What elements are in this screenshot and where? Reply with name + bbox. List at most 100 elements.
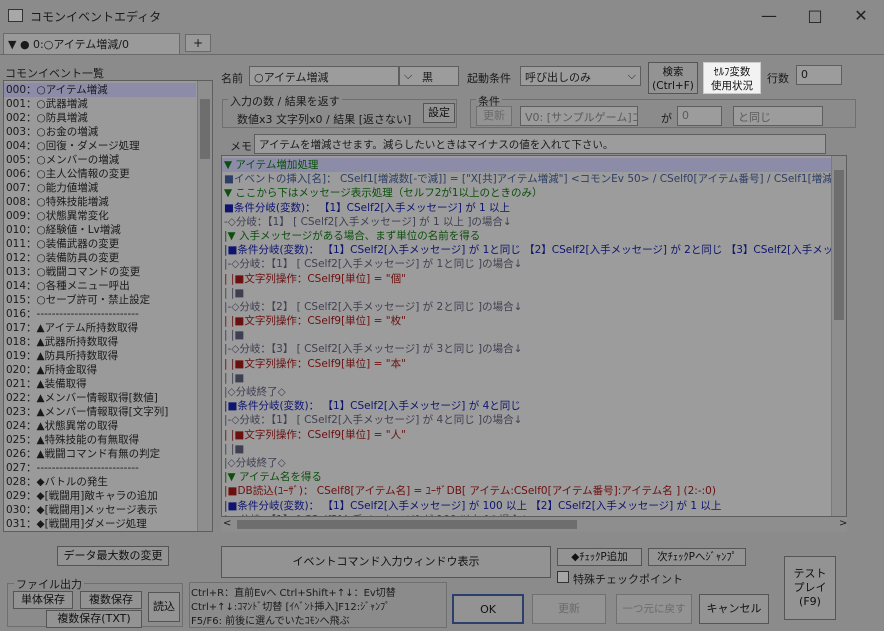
test-play-button[interactable]: テスト プレイ (F9) — [784, 556, 836, 620]
condition-number-input[interactable]: 0 — [677, 106, 722, 126]
list-scroll-thumb[interactable] — [200, 99, 210, 159]
list-item[interactable]: 014：○各種メニュー呼出 — [4, 279, 196, 293]
list-item[interactable]: 006：○主人公情報の変更 — [4, 167, 196, 181]
command-line[interactable]: |■条件分岐(変数)： 【1】CSelf2[入手メッセージ] が 1と同じ 【2… — [222, 243, 832, 257]
cancel-button[interactable]: キャンセル — [699, 594, 769, 624]
undo-button[interactable]: 一つ元に戻す — [616, 594, 692, 624]
close-button[interactable]: ✕ — [838, 0, 884, 30]
color-select[interactable]: ⌵ 黒 — [399, 66, 459, 86]
command-line[interactable]: |■条件分岐(変数)： 【1】CSelf2[入手メッセージ] が 100 以上 … — [222, 499, 832, 513]
command-line[interactable]: | |■ — [222, 286, 832, 300]
name-input[interactable]: ○アイテム増減 — [249, 66, 399, 86]
list-item[interactable]: 021：▲装備取得 — [4, 377, 196, 391]
list-item[interactable]: 022：▲メンバー情報取得[数値] — [4, 391, 196, 405]
list-item[interactable]: 013：○戦闘コマンドの変更 — [4, 265, 196, 279]
code-vscroll-thumb[interactable] — [834, 170, 844, 320]
rows-input[interactable]: 0 — [796, 65, 842, 85]
code-vertical-scrollbar[interactable] — [831, 156, 846, 516]
command-line[interactable]: |-◇分岐：【1】 [ CSelf2[入手メッセージ] が 1と同じ ]の場合↓ — [222, 257, 832, 271]
list-item[interactable]: 011：○装備武器の変更 — [4, 237, 196, 251]
next-checkpoint-button[interactable]: 次ﾁｪｯｸPへｼﾞｬﾝﾌﾟ — [648, 548, 746, 566]
special-checkpoint-checkbox[interactable] — [557, 571, 569, 583]
command-line[interactable]: ■条件分岐(変数)： 【1】CSelf2[入手メッセージ] が 1 以上 — [222, 201, 832, 215]
list-item[interactable]: 019：▲防具所持数取得 — [4, 349, 196, 363]
list-item[interactable]: 025：▲特殊技能の有無取得 — [4, 433, 196, 447]
add-tab-button[interactable]: + — [185, 34, 211, 52]
list-item[interactable]: 008：○特殊技能増減 — [4, 195, 196, 209]
command-line[interactable]: | |■文字列操作：CSelf9[単位] = "本" — [222, 357, 832, 371]
memo-input[interactable]: アイテムを増減させます。減らしたいときはマイナスの値を入れて下さい。 — [254, 134, 826, 154]
condition-operator-select[interactable]: と同じ — [733, 106, 823, 126]
io-settings-button[interactable]: 設定 — [423, 103, 455, 123]
search-button[interactable]: 検索 (Ctrl+F) — [648, 62, 698, 94]
command-line[interactable]: | |■ — [222, 442, 832, 456]
command-line[interactable]: |-◇分岐：【3】 [ CSelf2[入手メッセージ] が 3と同じ ]の場合↓ — [222, 342, 832, 356]
command-line[interactable]: | |■文字列操作：CSelf9[単位] = "個" — [222, 272, 832, 286]
list-item[interactable]: 017：▲アイテム所持数取得 — [4, 321, 196, 335]
add-checkpoint-button[interactable]: ◆ﾁｪｯｸP追加 — [557, 548, 642, 566]
list-item[interactable]: 004：○回復・ダメージ処理 — [4, 139, 196, 153]
list-scrollbar[interactable] — [197, 81, 212, 531]
command-line[interactable]: -◇分岐：【1】 [ CSelf2[入手メッセージ] が 1 以上 ]の場合↓ — [222, 215, 832, 229]
list-item[interactable]: 007：○能力値増減 — [4, 181, 196, 195]
command-line[interactable]: ■イベントの挿入[名]： CSelf1[増減数[-で減]] = ["X[共]アイ… — [222, 172, 832, 186]
list-item[interactable]: 031：◆[戦闘用]ダメージ処理 — [4, 517, 196, 531]
list-item[interactable]: 023：▲メンバー情報取得[文字列] — [4, 405, 196, 419]
command-line[interactable]: ▼ アイテム増加処理 — [222, 158, 832, 173]
ok-button[interactable]: OK — [452, 594, 524, 624]
maximize-button[interactable]: □ — [792, 0, 838, 30]
command-line[interactable]: |◇分岐終了◇ — [222, 456, 832, 470]
chevron-down-icon: ⌵ — [627, 69, 636, 82]
list-item[interactable]: 016：--------------------------- — [4, 307, 196, 321]
list-item[interactable]: 000：○アイテム増減 — [4, 83, 196, 97]
command-line[interactable]: ▼ ここから下はメッセージ表示処理（セルフ2が1以上のときのみ） — [222, 186, 832, 200]
trigger-select[interactable]: 呼び出しのみ ⌵ — [520, 66, 641, 86]
rows-label: 行数 — [767, 72, 789, 85]
code-horizontal-scrollbar[interactable]: < > — [221, 517, 847, 532]
command-line[interactable]: |■DB読込(ﾕｰｻﾞ)： CSelf8[アイテム名] = ﾕｰｻﾞDB[ アイ… — [222, 484, 832, 498]
command-line[interactable]: | |■ — [222, 371, 832, 385]
list-item[interactable]: 015：○セーブ許可・禁止設定 — [4, 293, 196, 307]
list-item[interactable]: 009：○状態異常変化 — [4, 209, 196, 223]
list-item[interactable]: 003：○お金の増減 — [4, 125, 196, 139]
command-line[interactable]: | |■文字列操作：CSelf9[単位] = "枚" — [222, 314, 832, 328]
list-item[interactable]: 018：▲武器所持数取得 — [4, 335, 196, 349]
scroll-right-icon[interactable]: > — [839, 518, 847, 529]
condition-variable-select[interactable]: V0: [サンプルゲーム]コッ — [520, 106, 638, 126]
common-event-list[interactable]: 000：○アイテム増減 001：○武器増減 002：○防具増減 003：○お金の増減 0… — [3, 80, 213, 532]
event-command-list[interactable]: ▼ アイテム増加処理 ■イベントの挿入[名]： CSelf1[増減数[-で減]] … — [221, 155, 847, 517]
command-line[interactable]: |▼ アイテム名を得る — [222, 470, 832, 484]
list-item[interactable]: 029：◆[戦闘用]敵キャラの追加 — [4, 489, 196, 503]
command-line[interactable]: | |■ — [222, 328, 832, 342]
list-item[interactable]: 024：▲状態異常の取得 — [4, 419, 196, 433]
command-window-button[interactable]: イベントコマンド入力ウィンドウ表示 — [221, 546, 551, 578]
list-item[interactable]: 030：◆[戦闘用]メッセージ表示 — [4, 503, 196, 517]
minimize-button[interactable]: — — [746, 0, 792, 30]
load-button[interactable]: 読込 — [148, 592, 180, 622]
list-item[interactable]: 002：○防具増減 — [4, 111, 196, 125]
update-button[interactable]: 更新 — [532, 594, 606, 624]
multi-save-button[interactable]: 複数保存 — [80, 591, 142, 609]
command-line[interactable]: |-◇分岐：【2】 [ CSelf2[入手メッセージ] が 2と同じ ]の場合↓ — [222, 300, 832, 314]
single-save-button[interactable]: 単体保存 — [13, 591, 73, 609]
self-var-usage-button[interactable]: ｾﾙﾌ変数 使用状況 — [703, 62, 761, 94]
tab-active-event[interactable]: ▼ ● 0:○アイテム増減/0 — [3, 33, 180, 55]
list-item[interactable]: 012：○装備防具の変更 — [4, 251, 196, 265]
list-item[interactable]: 020：▲所持金取得 — [4, 363, 196, 377]
condition-update-button[interactable]: 更新 — [476, 106, 512, 126]
list-item[interactable]: 028：◆バトルの発生 — [4, 475, 196, 489]
command-line[interactable]: | |■文字列操作：CSelf9[単位] = "人" — [222, 428, 832, 442]
command-line[interactable]: |-◇分岐：【1】 [ CSelf2[入手メッセージ] が 4と同じ ]の場合↓ — [222, 413, 832, 427]
multi-save-txt-button[interactable]: 複数保存(TXT) — [46, 610, 142, 628]
command-line[interactable]: |■条件分岐(変数)： 【1】CSelf2[入手メッセージ] が 4と同じ — [222, 399, 832, 413]
data-max-button[interactable]: データ最大数の変更 — [57, 546, 169, 566]
list-item[interactable]: 026：▲戦闘コマンド有無の判定 — [4, 447, 196, 461]
command-line[interactable]: |◇分岐終了◇ — [222, 385, 832, 399]
scroll-left-icon[interactable]: < — [223, 518, 231, 529]
list-item[interactable]: 027：--------------------------- — [4, 461, 196, 475]
list-item[interactable]: 010：○経験値・Lv増減 — [4, 223, 196, 237]
command-line[interactable]: |▼ 入手メッセージがある場合、まず単位の名前を得る — [222, 229, 832, 243]
code-hscroll-thumb[interactable] — [237, 520, 577, 529]
list-item[interactable]: 005：○メンバーの増減 — [4, 153, 196, 167]
list-item[interactable]: 001：○武器増減 — [4, 97, 196, 111]
